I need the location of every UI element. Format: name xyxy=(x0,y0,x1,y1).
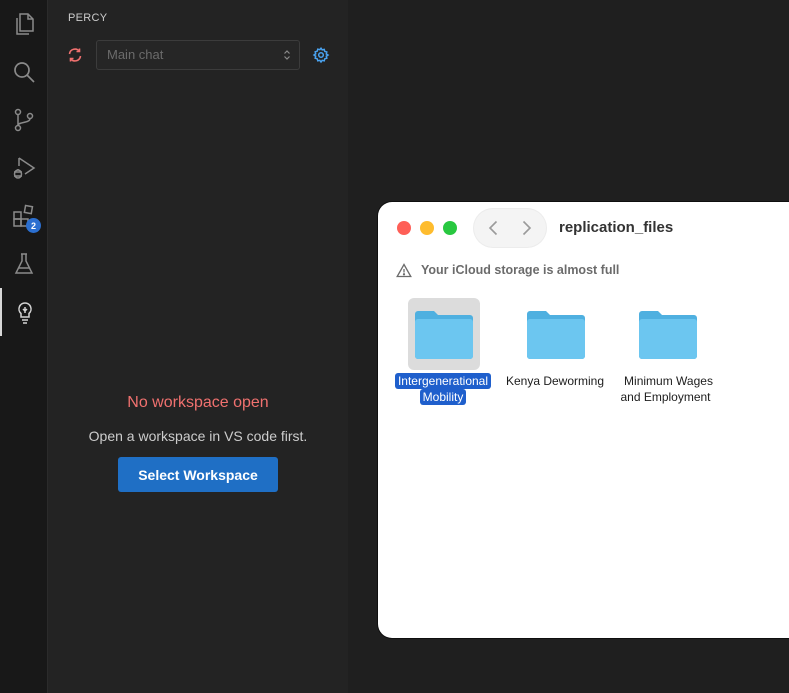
extensions-button[interactable]: 2 xyxy=(0,192,48,240)
folder-icon-box xyxy=(408,298,480,370)
folder-icon xyxy=(415,311,473,359)
empty-state-title: No workspace open xyxy=(127,394,269,411)
minimize-window-button[interactable] xyxy=(420,221,434,235)
finder-window: replication_files Your iCloud storage is… xyxy=(378,202,789,638)
folder-icon-box xyxy=(632,298,704,370)
run-debug-icon xyxy=(13,157,36,179)
chat-select-value: Main chat xyxy=(107,47,164,62)
icloud-warning: Your iCloud storage is almost full xyxy=(421,263,620,277)
forward-icon[interactable] xyxy=(516,218,536,238)
warning-icon xyxy=(396,263,412,278)
source-control-icon xyxy=(14,108,34,132)
search-button[interactable] xyxy=(0,48,48,96)
folder-icon-box xyxy=(520,298,592,370)
percy-button[interactable] xyxy=(0,288,48,336)
empty-state-description: Open a workspace in VS code first. xyxy=(88,428,308,444)
folder-icon xyxy=(639,311,697,359)
folder-label: Kenya Deworming xyxy=(505,374,605,388)
maximize-window-button[interactable] xyxy=(443,221,457,235)
run-debug-button[interactable] xyxy=(0,144,48,192)
panel-title: PERCY xyxy=(68,12,108,24)
extensions-badge: 2 xyxy=(26,218,41,233)
refresh-icon[interactable] xyxy=(66,46,84,64)
source-control-button[interactable] xyxy=(0,96,48,144)
chevron-up-down-icon xyxy=(284,50,290,60)
percy-panel: PERCY Main chat No workspace open Open a… xyxy=(48,0,348,693)
gear-icon[interactable] xyxy=(312,46,330,64)
testing-button[interactable] xyxy=(0,240,48,288)
navigation-buttons xyxy=(474,209,546,247)
folder-icon xyxy=(527,311,585,359)
folder-label: Intergenerational Mobility xyxy=(394,373,492,405)
flask-icon xyxy=(14,253,34,274)
explorer-button[interactable] xyxy=(0,0,48,48)
folder-kenya-deworming[interactable]: Kenya Deworming xyxy=(500,298,610,408)
search-icon xyxy=(14,62,35,83)
back-icon[interactable] xyxy=(484,218,504,238)
files-icon xyxy=(16,13,34,35)
chat-select[interactable]: Main chat xyxy=(96,40,300,70)
close-window-button[interactable] xyxy=(397,221,411,235)
activity-bar: 2 xyxy=(0,0,48,693)
folder-intergenerational-mobility[interactable]: Intergenerational Mobility xyxy=(388,298,498,408)
window-title: replication_files xyxy=(559,219,674,236)
select-workspace-button[interactable]: Select Workspace xyxy=(118,457,278,492)
lightbulb-icon xyxy=(18,302,32,324)
folder-minimum-wages[interactable]: Minimum Wages and Employment xyxy=(612,298,722,408)
folder-label: Minimum Wages and Employment xyxy=(620,374,713,404)
